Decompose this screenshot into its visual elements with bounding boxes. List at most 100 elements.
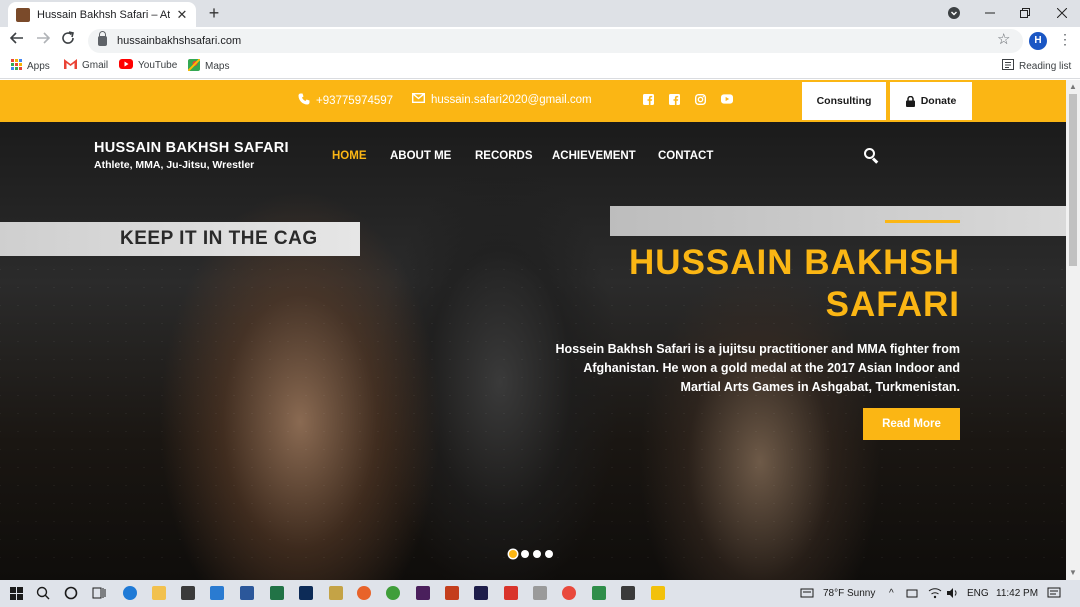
- youtube-icon[interactable]: [721, 93, 733, 105]
- scroll-down-icon[interactable]: ▼: [1069, 568, 1077, 577]
- slider-dot[interactable]: [533, 550, 541, 558]
- facebook-icon[interactable]: [668, 93, 680, 105]
- brand-tagline: Athlete, MMA, Ju-Jitsu, Wrestler: [94, 159, 255, 171]
- app-icon[interactable]: [504, 586, 518, 600]
- chrome-icon[interactable]: [562, 586, 576, 600]
- nav-home[interactable]: HOME: [332, 150, 367, 162]
- hero-title: HUSSAIN BAKHSH SAFARI: [540, 242, 960, 326]
- firefox-icon[interactable]: [357, 586, 371, 600]
- task-view-icon[interactable]: [92, 586, 106, 600]
- facebook-square-icon[interactable]: [642, 93, 654, 105]
- scrollbar-thumb[interactable]: [1069, 94, 1077, 266]
- show-hidden-icons-icon[interactable]: ^: [889, 588, 894, 599]
- windows-start-icon[interactable]: [10, 587, 23, 600]
- app-icon[interactable]: [386, 586, 400, 600]
- bookmark-star-icon[interactable]: ☆: [997, 30, 1010, 48]
- mail-icon[interactable]: [210, 586, 224, 600]
- clock[interactable]: 11:42 PM: [996, 588, 1038, 599]
- app-icon[interactable]: [592, 586, 606, 600]
- word-icon[interactable]: [240, 586, 254, 600]
- phone-link[interactable]: +93775974597: [298, 93, 393, 108]
- hero-slider: KEEP IT IN THE CAG HUSSAIN BAKHSH SAFARI…: [0, 122, 1066, 580]
- hero-background-banner: KEEP IT IN THE CAG: [0, 222, 360, 256]
- browser-tab[interactable]: Hussain Bakhsh Safari – Athlete, MMA, Ju…: [8, 2, 196, 27]
- slider-pagination: [509, 550, 553, 558]
- slider-dot[interactable]: [521, 550, 529, 558]
- bookmark-gmail[interactable]: Gmail: [64, 59, 108, 72]
- slider-dot[interactable]: [545, 550, 553, 558]
- email-link[interactable]: hussain.safari2020@gmail.com: [411, 92, 592, 106]
- back-arrow-icon[interactable]: [7, 31, 27, 51]
- app-icon[interactable]: [621, 586, 635, 600]
- instagram-icon[interactable]: [694, 93, 706, 105]
- app-icon[interactable]: [533, 586, 547, 600]
- nav-achievement[interactable]: ACHIEVEMENT: [552, 150, 636, 162]
- phone-icon: [298, 93, 310, 108]
- bookmark-label: Gmail: [82, 60, 109, 71]
- search-icon[interactable]: [864, 148, 879, 164]
- premiere-icon[interactable]: [416, 586, 430, 600]
- nav-contact[interactable]: CONTACT: [658, 150, 713, 162]
- after-effects-icon[interactable]: [474, 586, 488, 600]
- store-icon[interactable]: [181, 586, 195, 600]
- consulting-button[interactable]: Consulting: [802, 82, 886, 120]
- network-icon[interactable]: [906, 586, 920, 600]
- restore-icon[interactable]: [1015, 2, 1035, 24]
- lock-icon: [98, 31, 107, 46]
- bookmark-youtube[interactable]: YouTube: [119, 59, 177, 72]
- youtube-icon: [119, 59, 133, 72]
- title-accent-line: [885, 220, 960, 223]
- notifications-icon[interactable]: [1047, 586, 1061, 600]
- search-icon[interactable]: [36, 586, 50, 600]
- bookmark-label: Maps: [205, 61, 230, 72]
- close-window-icon[interactable]: [1052, 2, 1072, 24]
- sticky-notes-icon[interactable]: [651, 586, 665, 600]
- phone-number: +93775974597: [316, 94, 394, 107]
- reading-list-label: Reading list: [1019, 60, 1072, 72]
- nav-records[interactable]: RECORDS: [475, 150, 533, 162]
- site-logo[interactable]: HUSSAIN BAKHSH SAFARI Athlete, MMA, Ju-J…: [94, 140, 289, 171]
- close-tab-icon[interactable]: ✕: [176, 7, 188, 23]
- webpage: +93775974597 hussain.safari2020@gmail.co…: [0, 80, 1066, 580]
- bookmark-label: Apps: [27, 60, 50, 72]
- weather-icon[interactable]: [800, 586, 814, 600]
- new-tab-button[interactable]: +: [204, 3, 224, 23]
- maps-icon: [187, 58, 201, 74]
- photoshop-icon[interactable]: [299, 586, 313, 600]
- hero-background-banner-right: [610, 206, 1066, 236]
- read-more-button[interactable]: Read More: [863, 408, 960, 440]
- reading-list-button[interactable]: Reading list: [1002, 59, 1071, 73]
- file-explorer-icon[interactable]: [152, 586, 166, 600]
- donate-button[interactable]: Donate: [890, 82, 972, 120]
- language-indicator[interactable]: ENG: [967, 588, 989, 599]
- top-contact-bar: +93775974597 hussain.safari2020@gmail.co…: [0, 80, 1066, 122]
- browser-tab-strip: Hussain Bakhsh Safari – Athlete, MMA, Ju…: [0, 0, 1080, 27]
- minimize-icon[interactable]: [980, 2, 1000, 24]
- nav-about-me[interactable]: ABOUT ME: [390, 150, 451, 162]
- app-icon[interactable]: [329, 586, 343, 600]
- powerpoint-icon[interactable]: [445, 586, 459, 600]
- bookmark-apps[interactable]: Apps: [11, 59, 50, 73]
- profile-avatar[interactable]: H: [1029, 32, 1047, 50]
- browser-menu-icon[interactable]: ⋮: [1058, 31, 1072, 48]
- tab-search-icon[interactable]: [944, 2, 964, 24]
- apps-grid-icon: [11, 59, 22, 73]
- envelope-icon: [411, 92, 426, 106]
- volume-icon[interactable]: [946, 586, 960, 600]
- wifi-icon[interactable]: [928, 586, 942, 600]
- bookmark-label: YouTube: [138, 60, 178, 71]
- cortana-icon[interactable]: [64, 586, 78, 600]
- bookmark-maps[interactable]: Maps: [187, 58, 230, 74]
- hero-description: Hossein Bakhsh Safari is a jujitsu pract…: [555, 342, 960, 394]
- weather-text[interactable]: 78°F Sunny: [823, 588, 875, 599]
- bookmarks-bar: Apps Gmail YouTube Maps Reading list: [0, 55, 1080, 79]
- url-field[interactable]: hussainbakhshsafari.com: [88, 29, 1023, 53]
- forward-arrow-icon[interactable]: [33, 31, 53, 51]
- edge-icon[interactable]: [123, 586, 137, 600]
- scroll-up-icon[interactable]: ▲: [1069, 82, 1077, 91]
- reload-icon[interactable]: [58, 31, 78, 51]
- excel-icon[interactable]: [270, 586, 284, 600]
- page-scrollbar[interactable]: ▲ ▼: [1066, 80, 1080, 580]
- address-toolbar: hussainbakhshsafari.com ☆ H ⋮: [0, 27, 1080, 55]
- slider-dot[interactable]: [509, 550, 517, 558]
